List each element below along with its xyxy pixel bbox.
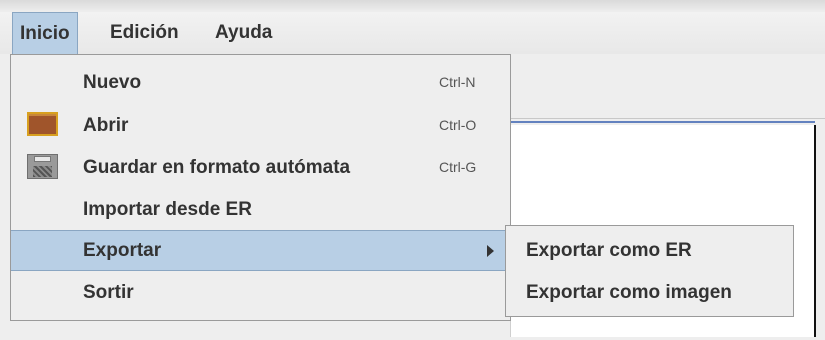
menu-item-label: Exportar	[83, 240, 162, 261]
exportar-submenu: Exportar como ER Exportar como imagen	[505, 225, 794, 317]
submenu-item-exportar-imagen[interactable]: Exportar como imagen	[506, 272, 793, 313]
menu-item-nuevo[interactable]: Nuevo Ctrl-N	[11, 62, 510, 103]
menu-item-label: Nuevo	[83, 72, 142, 93]
menu-item-sortir[interactable]: Sortir	[11, 272, 510, 313]
menu-item-label: Abrir	[83, 115, 129, 136]
submenu-item-label: Exportar como imagen	[526, 282, 732, 303]
menu-bar: Inicio Edición Ayuda	[0, 12, 825, 54]
shortcut-label: Ctrl-G	[439, 159, 477, 175]
menu-item-guardar[interactable]: Guardar en formato autómata Ctrl-G	[11, 147, 510, 188]
toolbar-area	[510, 54, 825, 119]
floppy-disk-icon	[27, 154, 58, 179]
menu-item-abrir[interactable]: Abrir Ctrl-O	[11, 105, 510, 146]
shortcut-label: Ctrl-N	[439, 74, 476, 90]
menu-item-label: Guardar en formato autómata	[83, 157, 351, 178]
menu-ayuda[interactable]: Ayuda	[208, 12, 279, 54]
menu-item-label: Importar desde ER	[83, 199, 252, 220]
submenu-arrow-icon	[487, 245, 494, 257]
submenu-item-exportar-er[interactable]: Exportar como ER	[506, 230, 793, 271]
menu-item-exportar[interactable]: Exportar	[11, 230, 510, 271]
menu-item-importar[interactable]: Importar desde ER	[11, 189, 510, 230]
inicio-dropdown-menu: Nuevo Ctrl-N Abrir Ctrl-O Guardar en for…	[10, 54, 511, 321]
menu-edicion[interactable]: Edición	[103, 12, 186, 54]
folder-open-icon	[27, 112, 58, 136]
shortcut-label: Ctrl-O	[439, 117, 477, 133]
menu-inicio[interactable]: Inicio	[12, 12, 78, 54]
menu-item-label: Sortir	[83, 282, 134, 303]
submenu-item-label: Exportar como ER	[526, 240, 692, 261]
tab-underline	[510, 121, 815, 123]
window-top-edge	[0, 0, 825, 12]
